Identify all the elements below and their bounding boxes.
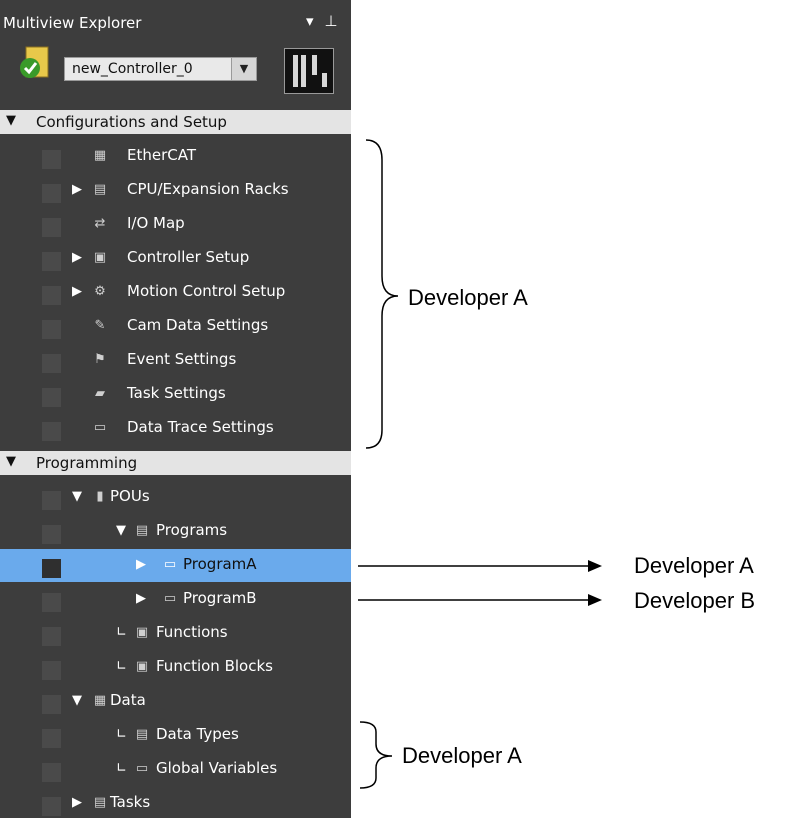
annotation-program-b: Developer B: [634, 588, 756, 613]
annotation-program-a: Developer A: [634, 553, 754, 578]
brace-config-group: [365, 139, 399, 449]
brace-data-group: [359, 721, 393, 789]
annotation-config-group: Developer A: [408, 285, 528, 310]
arrow-program-a-head: [588, 560, 602, 572]
annotation-data-group: Developer A: [402, 743, 522, 768]
arrow-program-b-head: [588, 594, 602, 606]
annotation-overlay: [358, 139, 602, 789]
